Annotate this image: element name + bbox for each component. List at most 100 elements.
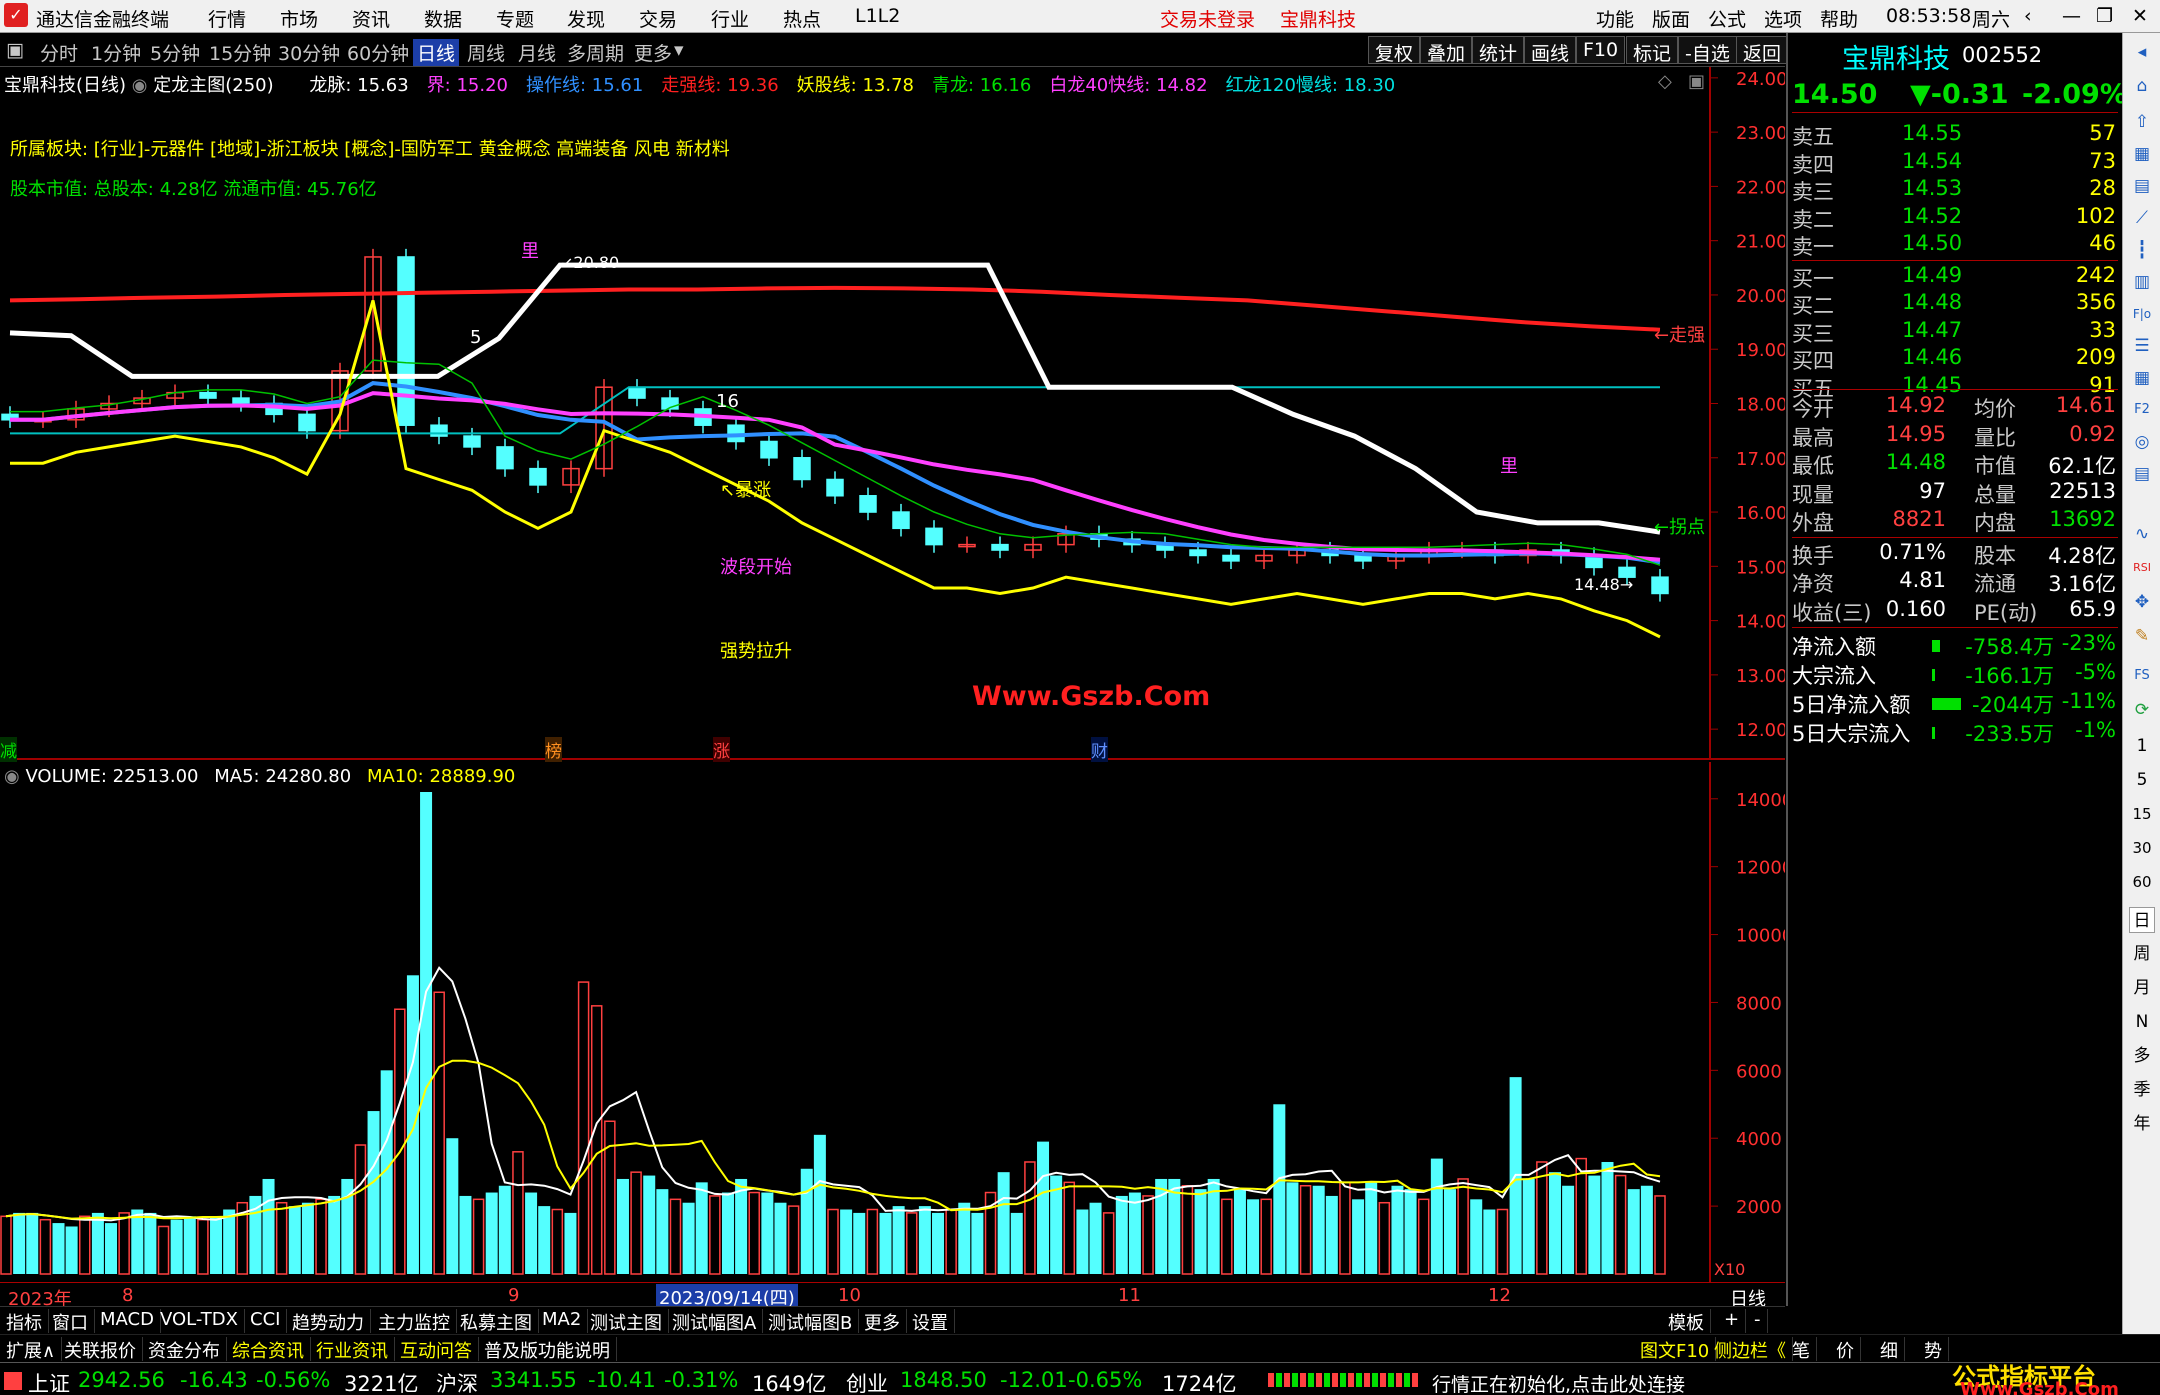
ask-row[interactable]: 卖四 14.54 73 [1792,149,2118,178]
close-icon[interactable]: ✕ [2132,5,2148,27]
tab-cci[interactable]: CCI [244,1309,288,1333]
pencil-icon[interactable]: ✎ [2129,623,2155,649]
btn-f10[interactable]: F10 [1576,36,1626,64]
menu-shuju[interactable]: 数据 [424,5,462,32]
period-weekly[interactable]: 周线 [467,39,505,66]
fs-icon[interactable]: FS [2129,663,2155,689]
tab-shi[interactable]: 势 [1918,1337,1949,1362]
tab-ma2[interactable]: MA2 [536,1309,589,1333]
up-arrow-icon[interactable]: ⇧ [2129,109,2155,135]
period-daily[interactable]: 日线 [413,39,460,66]
ask-row[interactable]: 卖二 14.52 102 [1792,204,2118,233]
chart-icon[interactable]: ▤ [2129,173,2155,199]
grid-icon[interactable]: ▦ [2129,365,2155,391]
tab-ceshi-zhu[interactable]: 测试主图 [584,1309,669,1334]
menu-banmian[interactable]: 版面 [1652,5,1690,32]
period-monthly[interactable]: 月线 [518,39,556,66]
bid-row[interactable]: 买一 14.49 242 [1792,263,2118,292]
marker-bang[interactable]: 榜 [545,737,562,762]
period-5min[interactable]: 5分钟 [150,39,200,66]
period-ji[interactable]: 季 [2129,1077,2155,1103]
menu-shichang[interactable]: 市场 [280,5,318,32]
period-1min[interactable]: 1分钟 [91,39,141,66]
minimize-icon[interactable]: — [2062,5,2081,27]
tab-kuozhan[interactable]: 扩展∧ [0,1337,63,1362]
period-ri[interactable]: 日 [2129,907,2155,933]
ask-row[interactable]: 卖一 14.50 46 [1792,231,2118,260]
tab-zonghe[interactable]: 综合资讯 [226,1337,311,1362]
tab-more[interactable]: 更多 [858,1309,907,1334]
menu-faxian[interactable]: 发现 [567,5,605,32]
marker-zhang[interactable]: 涨 [713,737,730,762]
cy-name[interactable]: 创业 [846,1368,888,1395]
menu-gongshi[interactable]: 公式 [1708,5,1746,32]
sh-name[interactable]: 上证 [28,1368,70,1395]
tab-bi[interactable]: 笔 [1786,1337,1817,1362]
btn-fuquan[interactable]: 复权 [1368,36,1421,65]
period-duo[interactable]: 多 [2129,1043,2155,1069]
menu-bangzhu[interactable]: 帮助 [1820,5,1858,32]
btn-biaoji[interactable]: 标记 [1626,36,1679,65]
tab-ceshi-b[interactable]: 测试幅图B [762,1309,860,1334]
period-n[interactable]: N [2129,1009,2155,1035]
home-icon[interactable]: ⌂ [2129,73,2155,99]
tab-chuangkou[interactable]: 窗口 [46,1309,95,1334]
period-30min[interactable]: 30分钟 [278,39,340,66]
formula-name[interactable]: 定龙主图(250) [153,75,273,96]
line-chart-icon[interactable]: ⟋ [2129,205,2155,231]
tab-vol-tdx[interactable]: VOL-TDX [154,1309,245,1333]
period-1[interactable]: 1 [2129,733,2155,759]
menu-gongneng[interactable]: 功能 [1596,5,1634,32]
tab-remove[interactable]: - [1748,1309,1768,1333]
period-60min[interactable]: 60分钟 [347,39,409,66]
menu-zhuanti[interactable]: 专题 [496,5,534,32]
volume-chart[interactable]: 14000 12000 10000 8000 6000 4000 2000 ◉ VOLUME… [0,762,1785,1282]
tab-zhuli[interactable]: 主力监控 [372,1309,457,1334]
tab-settings[interactable]: 设置 [906,1309,955,1334]
f2-icon[interactable]: F2 [2129,397,2155,423]
tab-xi[interactable]: 细 [1874,1337,1905,1362]
back-icon[interactable]: ‹ [2024,5,2032,27]
hs-name[interactable]: 沪深 [436,1368,478,1395]
ask-row[interactable]: 卖三 14.53 28 [1792,176,2118,205]
tab-tuwen-f10[interactable]: 图文F10 [1634,1337,1717,1362]
volume-svg[interactable]: 14000 12000 10000 8000 6000 4000 2000 [0,762,1785,1282]
kline-svg[interactable]: 24.00 23.00 22.00 21.00 20.00 19.00 18.00 17.00… [0,67,1785,760]
panel-icon[interactable]: ▣ [1688,71,1705,92]
ring-icon[interactable]: ◎ [2129,429,2155,455]
tab-cebianlan[interactable]: 侧边栏《 [1708,1337,1793,1362]
tab-guanlian[interactable]: 关联报价 [58,1337,143,1362]
move-icon[interactable]: ✥ [2129,589,2155,615]
menu-hangye[interactable]: 行业 [711,5,749,32]
period-60[interactable]: 60 [2129,869,2155,895]
marker-jian[interactable]: 减 [0,737,17,762]
menu-zixun[interactable]: 资讯 [352,5,390,32]
volume-formula-icon[interactable]: ◉ [4,766,25,787]
marker-cai[interactable]: 财 [1091,737,1108,762]
menu-l1l2[interactable]: L1L2 [855,5,900,27]
tab-ceshi-a[interactable]: 测试幅图A [666,1309,764,1334]
bid-row[interactable]: 买二 14.48 356 [1792,290,2118,319]
menu-redian[interactable]: 热点 [783,5,821,32]
btn-tongji[interactable]: 统计 [1472,36,1525,65]
btn-zixuan[interactable]: -自选 [1678,36,1737,65]
tab-hangye-zixun[interactable]: 行业资讯 [310,1337,395,1362]
period-30[interactable]: 30 [2129,835,2155,861]
tab-zhibiao[interactable]: 指标 [0,1309,49,1334]
formula-icon[interactable]: ◉ [132,75,153,96]
period-multi[interactable]: 多周期 [567,39,624,66]
period-15min[interactable]: 15分钟 [209,39,271,66]
tab-macd[interactable]: MACD [94,1309,161,1333]
toggle-panel-icon[interactable]: ▣ [6,39,24,61]
diamond-icon[interactable]: ◇ [1658,71,1672,92]
collapse-icon[interactable]: ◂ [2129,39,2155,65]
restore-icon[interactable]: ❐ [2096,5,2113,27]
menu-hangqing[interactable]: 行情 [208,5,246,32]
btn-fanhui[interactable]: 返回 [1736,36,1789,65]
news-icon[interactable]: ▥ [2129,269,2155,295]
tab-qushi[interactable]: 趋势动力 [286,1309,371,1334]
btn-diejia[interactable]: 叠加 [1420,36,1473,65]
refresh-icon[interactable]: ⟳ [2129,697,2155,723]
more-dropdown-icon[interactable]: ▾ [674,39,684,61]
wave-icon[interactable]: ∿ [2129,521,2155,547]
